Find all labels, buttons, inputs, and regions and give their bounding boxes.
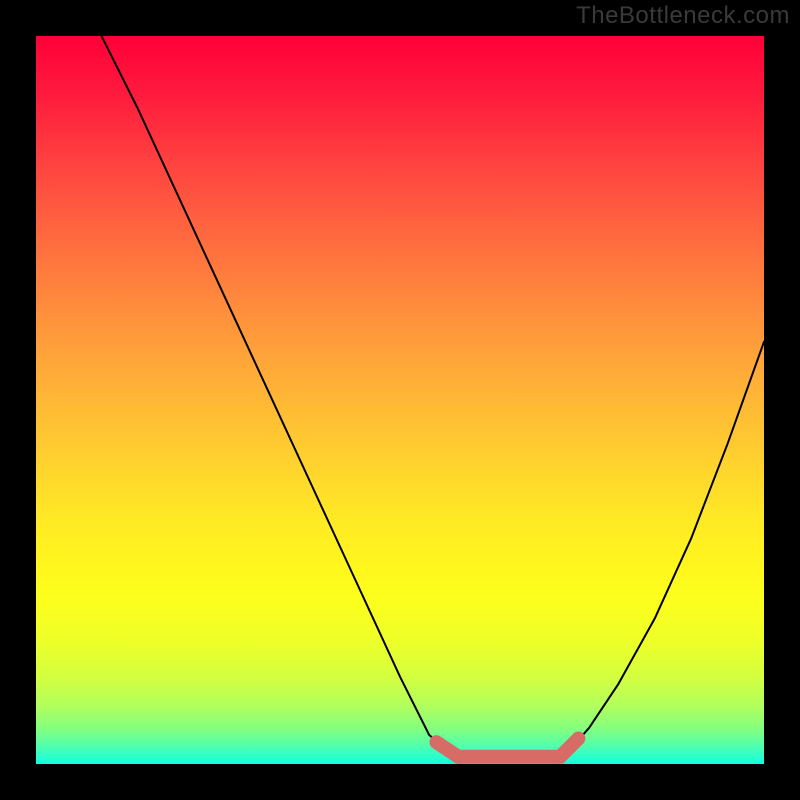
- chart-svg: [36, 36, 764, 764]
- accent-group: [436, 739, 578, 757]
- curve-group: [102, 36, 764, 757]
- chart-frame: TheBottleneck.com: [0, 0, 800, 800]
- accent-left-tip: [436, 742, 458, 757]
- watermark-text: TheBottleneck.com: [576, 2, 790, 30]
- series-bottleneck-left: [102, 36, 455, 757]
- series-bottleneck-right: [564, 342, 764, 757]
- accent-right-tip: [560, 739, 578, 757]
- plot-area: [36, 36, 764, 764]
